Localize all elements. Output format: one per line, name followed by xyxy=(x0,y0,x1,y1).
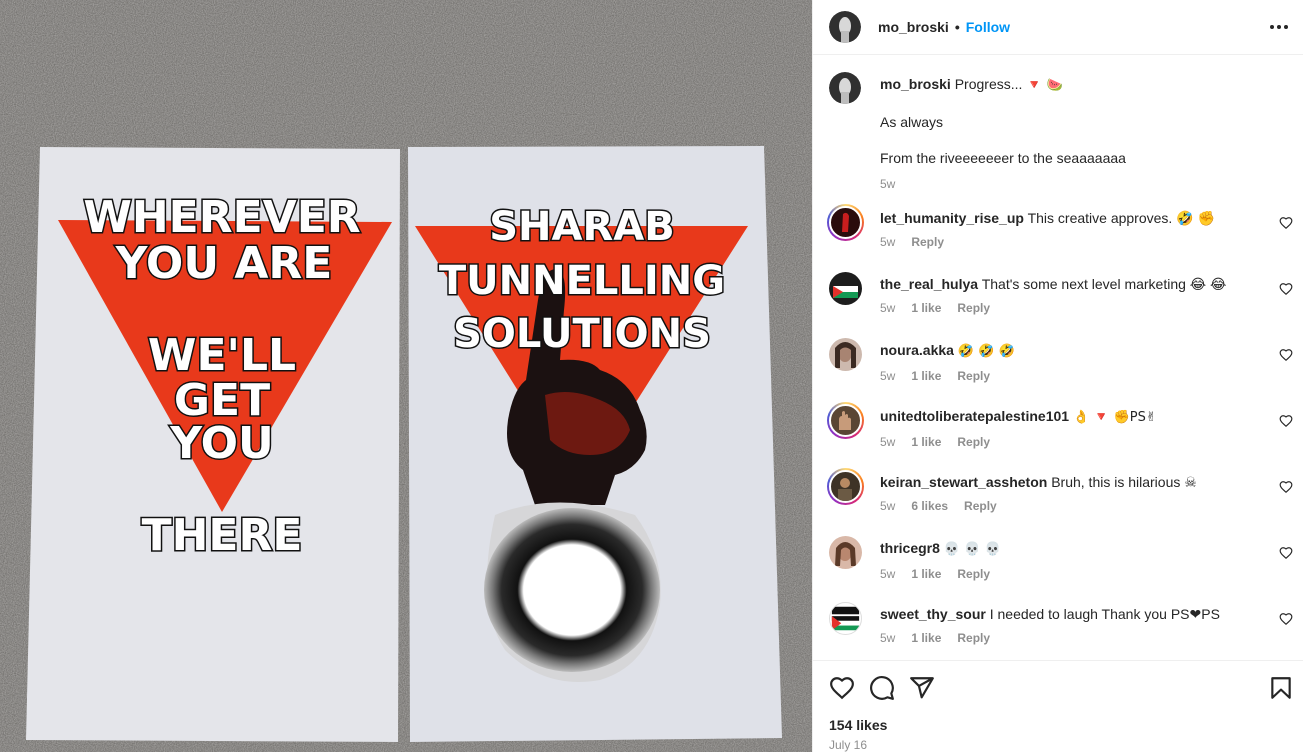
poster-right: SHARAB TUNNELLING SOLUTIONS xyxy=(408,146,782,742)
tunnel-graphic xyxy=(484,502,661,682)
caption-emoji: 🔻 🍉 xyxy=(1026,78,1063,93)
comment-text: I needed to laugh Thank you PS❤PS xyxy=(989,606,1220,622)
header-separator: • xyxy=(954,19,960,35)
caption-line-3: From the riveeeeeeer to the seaaaaaaa xyxy=(880,150,1126,166)
comment-text: 👌 🔻 ✊PS✌ xyxy=(1072,410,1157,425)
comment-likes[interactable]: 1 like xyxy=(911,433,941,451)
comment-age[interactable]: 5w xyxy=(880,433,895,451)
post-side-panel: mo_broski • Follow mo_broski Progress...… xyxy=(812,0,1303,752)
comment-age[interactable]: 5w xyxy=(880,233,895,251)
follow-button[interactable]: Follow xyxy=(966,19,1010,35)
comment-like-heart-icon[interactable] xyxy=(1279,282,1293,296)
comment-text: That's some next level marketing 😂 😂 xyxy=(981,276,1227,292)
comment-username[interactable]: let_humanity_rise_up xyxy=(880,210,1024,226)
poster-left-line2: YOU ARE xyxy=(115,238,333,289)
comment-like-heart-icon[interactable] xyxy=(1279,216,1293,230)
comment-age[interactable]: 5w xyxy=(880,629,895,647)
comment-item: noura.akka 🤣 🤣 🤣 5w 1 like Reply xyxy=(829,338,1299,394)
poster-right-line2: TUNNELLING xyxy=(439,258,725,304)
share-icon[interactable] xyxy=(909,675,935,701)
likes-count[interactable]: 154 likes xyxy=(829,717,887,733)
reply-button[interactable]: Reply xyxy=(957,629,990,647)
comment-age[interactable]: 5w xyxy=(880,565,895,583)
comment-likes[interactable]: 1 like xyxy=(911,629,941,647)
comment-username[interactable]: thricegr8 xyxy=(880,540,940,556)
comment-text: 💀 💀 💀 xyxy=(943,542,1001,557)
comment-like-heart-icon[interactable] xyxy=(1279,612,1293,626)
comment-item: the_real_hulya That's some next level ma… xyxy=(829,272,1299,328)
post-photo: WHEREVER YOU ARE WE'LL GET YOU THERE SHA… xyxy=(0,0,812,752)
comment-like-heart-icon[interactable] xyxy=(1279,546,1293,560)
caption-author-avatar[interactable] xyxy=(829,72,861,104)
reply-button[interactable]: Reply xyxy=(964,497,997,515)
comment-username[interactable]: keiran_stewart_assheton xyxy=(880,474,1047,490)
commenter-avatar[interactable] xyxy=(829,404,862,437)
comment-age[interactable]: 5w xyxy=(880,497,895,515)
bookmark-icon[interactable] xyxy=(1268,675,1294,701)
caption-age[interactable]: 5w xyxy=(880,175,895,193)
story-ring[interactable] xyxy=(827,402,864,439)
comment-likes[interactable]: 6 likes xyxy=(911,497,948,515)
poster-left-line1: WHEREVER xyxy=(83,192,360,243)
post-header: mo_broski • Follow xyxy=(813,0,1303,55)
comment-like-heart-icon[interactable] xyxy=(1279,480,1293,494)
poster-left-line5: YOU xyxy=(169,418,273,469)
comment-username[interactable]: the_real_hulya xyxy=(880,276,978,292)
caption-text: Progress... xyxy=(954,76,1023,92)
author-username[interactable]: mo_broski xyxy=(878,19,949,35)
reply-button[interactable]: Reply xyxy=(957,299,990,317)
comment-like-heart-icon[interactable] xyxy=(1279,414,1293,428)
comment-likes[interactable]: 1 like xyxy=(911,299,941,317)
comment-age[interactable]: 5w xyxy=(880,299,895,317)
comment-username[interactable]: unitedtoliberatepalestine101 xyxy=(880,408,1069,424)
comment-likes[interactable]: 1 like xyxy=(911,565,941,583)
commenter-avatar[interactable] xyxy=(829,470,862,503)
comment-item: unitedtoliberatepalestine101 👌 🔻 ✊PS✌ 5w… xyxy=(827,402,1299,460)
reply-button[interactable]: Reply xyxy=(911,233,944,251)
poster-left-line6: THERE xyxy=(142,510,303,561)
comment-text: 🤣 🤣 🤣 xyxy=(957,344,1015,359)
caption-username[interactable]: mo_broski xyxy=(880,76,951,92)
reply-button[interactable]: Reply xyxy=(957,565,990,583)
poster-left-line3: WE'LL xyxy=(148,330,296,381)
heart-icon[interactable] xyxy=(829,675,855,701)
comment-item: thricegr8 💀 💀 💀 5w 1 like Reply xyxy=(829,536,1299,592)
commenter-avatar[interactable] xyxy=(829,272,862,305)
post-actions: 154 likes July 16 xyxy=(813,660,1303,752)
caption-line-2: As always xyxy=(880,114,944,130)
post-date[interactable]: July 16 xyxy=(829,738,867,752)
story-ring[interactable] xyxy=(827,468,864,505)
reply-button[interactable]: Reply xyxy=(957,433,990,451)
author-avatar[interactable] xyxy=(829,11,861,43)
more-options-icon[interactable] xyxy=(1266,14,1292,40)
comment-likes[interactable]: 1 like xyxy=(911,367,941,385)
poster-left: WHEREVER YOU ARE WE'LL GET YOU THERE xyxy=(26,147,400,742)
poster-right-line3: SOLUTIONS xyxy=(453,311,711,357)
story-ring[interactable] xyxy=(827,204,864,241)
comment-username[interactable]: sweet_thy_sour xyxy=(880,606,986,622)
comment-username[interactable]: noura.akka xyxy=(880,342,954,358)
comment-like-heart-icon[interactable] xyxy=(1279,348,1293,362)
comment-text: This creative approves. 🤣 ✊ xyxy=(1027,210,1215,226)
post-image[interactable]: WHEREVER YOU ARE WE'LL GET YOU THERE SHA… xyxy=(0,0,812,752)
commenter-avatar[interactable] xyxy=(829,206,862,239)
commenter-avatar[interactable] xyxy=(829,536,862,569)
comment-icon[interactable] xyxy=(869,675,895,701)
comment-text: Bruh, this is hilarious ☠ xyxy=(1051,474,1197,490)
commenter-avatar[interactable] xyxy=(829,338,862,371)
poster-right-line1: SHARAB xyxy=(489,204,675,250)
commenter-avatar[interactable] xyxy=(829,602,862,635)
comment-item: sweet_thy_sour I needed to laugh Thank y… xyxy=(829,602,1299,658)
reply-button[interactable]: Reply xyxy=(957,367,990,385)
comment-item: let_humanity_rise_up This creative appro… xyxy=(827,204,1299,262)
comment-item: keiran_stewart_assheton Bruh, this is hi… xyxy=(827,468,1299,526)
comment-age[interactable]: 5w xyxy=(880,367,895,385)
